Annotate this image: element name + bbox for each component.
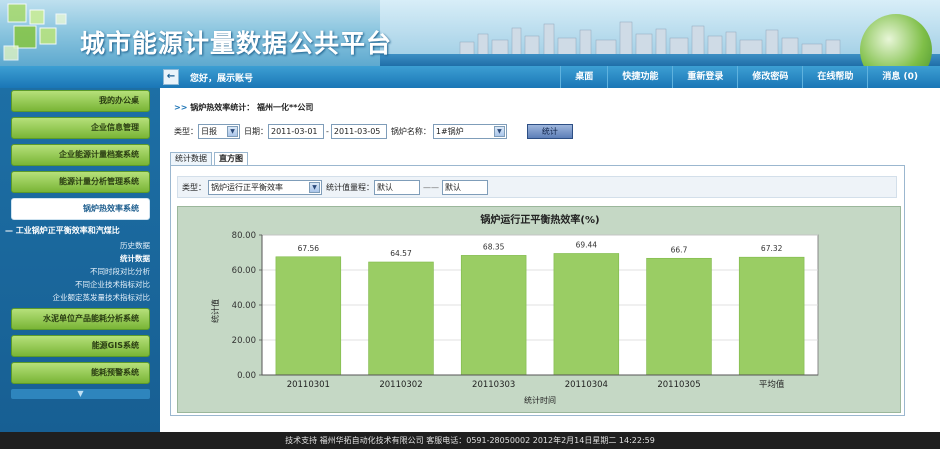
breadcrumb-company: 福州一化**公司 [257, 103, 314, 112]
nav-link-relogin[interactable]: 重新登录 [672, 66, 737, 88]
range-separator: —— [423, 182, 439, 192]
bar [368, 261, 434, 376]
data-label: 64.57 [390, 249, 412, 258]
statistics-button[interactable]: 统计 [526, 123, 573, 139]
nav-link-online-help[interactable]: 在线帮助 [802, 66, 867, 88]
header-banner: 城市能源计量数据公共平台 [0, 0, 940, 66]
breadcrumb-arrow-icon: >> [174, 103, 188, 112]
filter-bar: 类型： 日报 ▼ 日期： 2011-03-01 - 2011-03-05 锅炉名称… [174, 123, 573, 139]
chevron-down-icon[interactable]: ▼ [227, 125, 238, 137]
bar [646, 257, 712, 376]
chart-frame: 锅炉运行正平衡热效率(%) 0.00 20.00 40.00 60.00 80.00 67.… [177, 206, 901, 413]
sidebar-item-metering-analysis[interactable]: 能源计量分析管理系统 [11, 171, 150, 193]
nav-link-change-password[interactable]: 修改密码 [737, 66, 802, 88]
chart-title: 锅炉运行正平衡热效率(%) [480, 213, 599, 226]
sidebar: 我的办公桌 企业信息管理 企业能源计量档案系统 能源计量分析管理系统 锅炉热效率… [0, 88, 160, 432]
bar [460, 255, 527, 376]
sidebar-item-metering-archive[interactable]: 企业能源计量档案系统 [11, 144, 150, 166]
y-tick-label: 60.00 [232, 266, 256, 276]
data-label: 67.56 [298, 244, 320, 253]
boiler-name-label: 锅炉名称： [390, 126, 431, 136]
top-nav-links: 桌面 快捷功能 重新登录 修改密码 在线帮助 消息 (0) [560, 66, 932, 88]
x-axis-label: 统计时间 [524, 395, 556, 405]
x-tick-label: 20110302 [379, 380, 422, 390]
banner-sea [380, 54, 940, 66]
top-navigation-bar: ← 您好，展示账号 桌面 快捷功能 重新登录 修改密码 在线帮助 消息 (0) [0, 66, 940, 88]
back-arrow-icon[interactable]: ← [163, 69, 179, 85]
x-tick-label: 20110301 [287, 380, 330, 390]
data-label: 68.35 [483, 242, 505, 251]
sidebar-subitem-enterprise-compare[interactable]: 不同企业技术指标对比 [11, 278, 160, 291]
x-tick-label: 20110303 [472, 380, 515, 390]
sidebar-subhead[interactable]: — 工业锅炉正平衡效率和汽煤比 [5, 225, 160, 236]
nav-link-shortcuts[interactable]: 快捷功能 [607, 66, 672, 88]
data-label: 69.44 [576, 240, 598, 249]
value-range-label: 统计值量程： [326, 182, 374, 192]
date-to-input[interactable]: 2011-03-05 [330, 123, 387, 139]
nav-link-desktop[interactable]: 桌面 [560, 66, 607, 88]
bar-chart: 锅炉运行正平衡热效率(%) 0.00 20.00 40.00 60.00 80.00 67.… [210, 213, 819, 405]
chevron-down-icon[interactable]: ▼ [493, 125, 505, 137]
data-label: 67.32 [761, 244, 783, 253]
boiler-name-select[interactable]: 1#锅炉 ▼ [432, 123, 507, 139]
sidebar-subitem-history[interactable]: 历史数据 [11, 239, 160, 252]
view-tabs: 统计数据 直方图 [170, 152, 250, 166]
x-tick-label: 平均值 [759, 379, 785, 390]
histogram-panel: 类型： 锅炉运行正平衡效率 ▼ 统计值量程： 默认 —— 默认 锅炉运行正平衡热效… [170, 165, 905, 416]
chevron-down-icon[interactable]: ▼ [309, 181, 320, 193]
chart-type-label: 类型： [182, 182, 206, 192]
y-tick-label: 0.00 [237, 371, 256, 381]
sidebar-item-cement-energy[interactable]: 水泥单位产品能耗分析系统 [11, 308, 150, 330]
tab-histogram[interactable]: 直方图 [214, 152, 248, 166]
breadcrumb: >> 锅炉热效率统计： 福州一化**公司 [174, 102, 313, 113]
range-from-input[interactable]: 默认 [374, 179, 420, 195]
report-type-select[interactable]: 日报 ▼ [198, 123, 240, 139]
greeting-text: 您好，展示账号 [190, 74, 254, 84]
x-tick-label: 20110305 [657, 380, 700, 390]
chart-options-bar: 类型： 锅炉运行正平衡效率 ▼ 统计值量程： 默认 —— 默认 [177, 176, 897, 198]
footer: 技术支持 福州华拓自动化技术有限公司 客服电话：0591-28050002 20… [0, 432, 940, 449]
main-content: >> 锅炉热效率统计： 福州一化**公司 类型： 日报 ▼ 日期： 2011-03… [160, 88, 940, 432]
nav-link-messages[interactable]: 消息 (0) [867, 66, 932, 88]
range-to-input[interactable]: 默认 [442, 179, 488, 195]
sidebar-item-enterprise-info[interactable]: 企业信息管理 [11, 117, 150, 139]
data-label: 66.7 [671, 245, 688, 254]
sidebar-item-my-desk[interactable]: 我的办公桌 [11, 90, 150, 112]
date-label: 日期： [244, 126, 268, 136]
sidebar-subitem-rated-evaporation[interactable]: 企业额定蒸发量技术指标对比 [11, 291, 160, 304]
date-from-input[interactable]: 2011-03-01 [268, 123, 324, 139]
x-tick-label: 20110304 [565, 380, 608, 390]
y-tick-label: 20.00 [232, 336, 256, 346]
app-title: 城市能源计量数据公共平台 [80, 29, 393, 58]
y-tick-label: 80.00 [232, 231, 256, 241]
sidebar-subitem-period-compare[interactable]: 不同时段对比分析 [11, 265, 160, 278]
type-label: 类型： [174, 126, 198, 136]
chart-type-value: 锅炉运行正平衡效率 [211, 182, 283, 192]
report-type-value: 日报 [201, 126, 217, 136]
sidebar-subitem-statistics[interactable]: 统计数据 [11, 252, 160, 265]
bar [275, 256, 342, 376]
breadcrumb-title: 锅炉热效率统计： [190, 103, 255, 112]
bar [738, 256, 805, 376]
sidebar-item-energy-warning[interactable]: 能耗预警系统 [11, 362, 150, 384]
date-separator: - [326, 126, 329, 136]
sidebar-item-boiler-efficiency[interactable]: 锅炉热效率系统 [11, 198, 150, 220]
boiler-name-value: 1#锅炉 [435, 126, 464, 136]
y-axis-label: 统计值 [210, 299, 220, 323]
sidebar-scroll-down-icon[interactable]: ▼ [11, 389, 150, 399]
tab-statistics-data[interactable]: 统计数据 [170, 152, 212, 166]
sidebar-item-energy-gis[interactable]: 能源GIS系统 [11, 335, 150, 357]
chart-type-select[interactable]: 锅炉运行正平衡效率 ▼ [208, 179, 322, 195]
y-tick-label: 40.00 [232, 301, 256, 311]
bar [553, 253, 620, 376]
